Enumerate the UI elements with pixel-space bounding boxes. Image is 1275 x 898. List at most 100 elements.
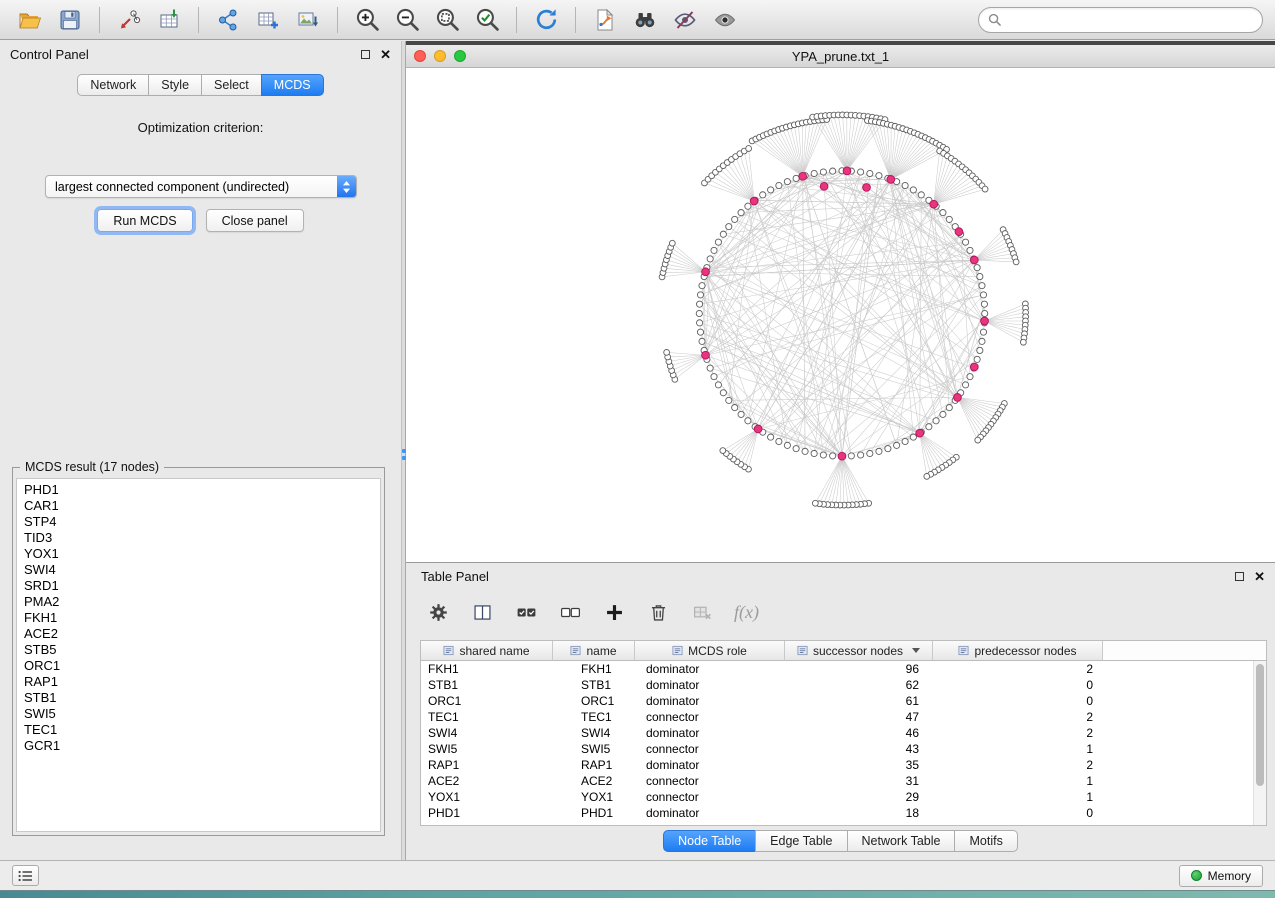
new-network-button[interactable] (210, 4, 246, 36)
mcds-result-item[interactable]: STB5 (24, 642, 373, 658)
mcds-result-item[interactable]: TEC1 (24, 722, 373, 738)
float-panel-icon[interactable] (361, 50, 370, 59)
tab-mcds[interactable]: MCDS (261, 74, 324, 96)
mcds-result-item[interactable]: GCR1 (24, 738, 373, 754)
table-row[interactable]: ORC1ORC1dominator610 (421, 693, 1266, 709)
table-row[interactable]: SWI5SWI5connector431 (421, 741, 1266, 757)
refresh-button[interactable] (528, 4, 564, 36)
select-all-rows-button[interactable] (514, 600, 538, 624)
table-cell: PHD1 (421, 805, 553, 821)
table-row[interactable]: STB1STB1dominator620 (421, 677, 1266, 693)
mcds-result-item[interactable]: SWI5 (24, 706, 373, 722)
hide-columns-button[interactable] (690, 600, 714, 624)
search-network-button[interactable] (627, 4, 663, 36)
export-document-button[interactable] (587, 4, 623, 36)
table-row[interactable]: PHD1PHD1dominator180 (421, 805, 1266, 821)
mcds-result-item[interactable]: ACE2 (24, 626, 373, 642)
import-table-button[interactable] (151, 4, 187, 36)
memory-status-icon (1191, 870, 1202, 881)
export-image-button[interactable] (290, 4, 326, 36)
network-window-titlebar[interactable]: YPA_prune.txt_1 (406, 45, 1275, 68)
mcds-result-item[interactable]: STP4 (24, 514, 373, 530)
table-cell: dominator (635, 725, 785, 741)
table-cell: 0 (933, 693, 1103, 709)
close-panel-icon[interactable]: ✕ (380, 48, 391, 61)
table-row[interactable]: YOX1YOX1connector291 (421, 789, 1266, 805)
table-cell: 61 (785, 693, 933, 709)
show-column-panel-button[interactable] (470, 600, 494, 624)
table-cell: 1 (933, 741, 1103, 757)
delete-rows-button[interactable] (646, 600, 670, 624)
mcds-result-item[interactable]: ORC1 (24, 658, 373, 674)
network-canvas[interactable] (406, 68, 1275, 562)
close-panel-icon[interactable]: ✕ (1254, 570, 1265, 583)
mcds-result-item[interactable]: PHD1 (24, 482, 373, 498)
table-row[interactable]: TEC1TEC1connector472 (421, 709, 1266, 725)
table-cell: 29 (785, 789, 933, 805)
table-cell: dominator (635, 661, 785, 677)
open-folder-button[interactable] (12, 4, 48, 36)
mcds-result-item[interactable]: SWI4 (24, 562, 373, 578)
toolbar-separator (575, 7, 576, 33)
table-settings-button[interactable] (426, 600, 450, 624)
mcds-result-item[interactable]: YOX1 (24, 546, 373, 562)
apply-function-button[interactable]: f(x) (734, 600, 759, 624)
column-header-successor-nodes[interactable]: successor nodes (785, 641, 933, 661)
tab-network-table[interactable]: Network Table (847, 830, 956, 852)
tab-network[interactable]: Network (77, 74, 149, 96)
run-mcds-button[interactable]: Run MCDS (97, 209, 192, 232)
application-window: Control Panel ✕ NetworkStyleSelectMCDS O… (0, 0, 1275, 891)
criterion-dropdown[interactable]: largest connected component (undirected) (45, 175, 357, 198)
eye-slash-icon (673, 8, 697, 32)
tab-style[interactable]: Style (148, 74, 202, 96)
column-header-mcds-role[interactable]: MCDS role (635, 641, 785, 661)
zoom-selected-button[interactable] (469, 4, 505, 36)
tab-motifs[interactable]: Motifs (954, 830, 1017, 852)
columns-icon (472, 602, 493, 623)
table-cell: TEC1 (421, 709, 553, 725)
float-panel-icon[interactable] (1235, 572, 1244, 581)
column-header-predecessor-nodes[interactable]: predecessor nodes (933, 641, 1103, 661)
table-row[interactable]: RAP1RAP1dominator352 (421, 757, 1266, 773)
add-row-button[interactable] (602, 600, 626, 624)
show-details-button[interactable] (707, 4, 743, 36)
zoom-fit-button[interactable] (429, 4, 465, 36)
close-panel-button[interactable]: Close panel (206, 209, 304, 232)
tab-node-table[interactable]: Node Table (663, 830, 756, 852)
memory-button[interactable]: Memory (1179, 865, 1263, 887)
column-header-name[interactable]: name (553, 641, 635, 661)
table-cell: ORC1 (421, 693, 553, 709)
mcds-result-item[interactable]: SRD1 (24, 578, 373, 594)
new-table-button[interactable] (250, 4, 286, 36)
column-header-shared-name[interactable]: shared name (421, 641, 553, 661)
search-box[interactable] (978, 7, 1263, 33)
list-icon (18, 870, 33, 882)
search-input[interactable] (1007, 13, 1253, 27)
table-row[interactable]: ACE2ACE2connector311 (421, 773, 1266, 789)
import-network-button[interactable] (111, 4, 147, 36)
mcds-result-list[interactable]: PHD1CAR1STP4TID3YOX1SWI4SRD1PMA2FKH1ACE2… (16, 478, 381, 832)
table-cell: 31 (785, 773, 933, 789)
column-options-icon (672, 645, 683, 656)
table-row[interactable]: SWI4SWI4dominator462 (421, 725, 1266, 741)
mcds-result-item[interactable]: TID3 (24, 530, 373, 546)
scrollbar-thumb[interactable] (1256, 664, 1264, 786)
node-table-body: FKH1FKH1dominator962STB1STB1dominator620… (421, 661, 1266, 821)
hide-details-button[interactable] (667, 4, 703, 36)
table-row[interactable]: FKH1FKH1dominator962 (421, 661, 1266, 677)
mcds-result-item[interactable]: FKH1 (24, 610, 373, 626)
mcds-result-item[interactable]: STB1 (24, 690, 373, 706)
mcds-result-item[interactable]: RAP1 (24, 674, 373, 690)
deselect-all-rows-button[interactable] (558, 600, 582, 624)
table-cell: SWI5 (421, 741, 553, 757)
mcds-result-item[interactable]: PMA2 (24, 594, 373, 610)
zoom-out-button[interactable] (389, 4, 425, 36)
save-button[interactable] (52, 4, 88, 36)
mcds-result-item[interactable]: CAR1 (24, 498, 373, 514)
zoom-in-button[interactable] (349, 4, 385, 36)
tab-edge-table[interactable]: Edge Table (755, 830, 847, 852)
table-scrollbar[interactable] (1253, 661, 1266, 825)
network-graph[interactable] (406, 68, 1275, 562)
tab-select[interactable]: Select (201, 74, 262, 96)
show-panels-button[interactable] (12, 865, 39, 886)
